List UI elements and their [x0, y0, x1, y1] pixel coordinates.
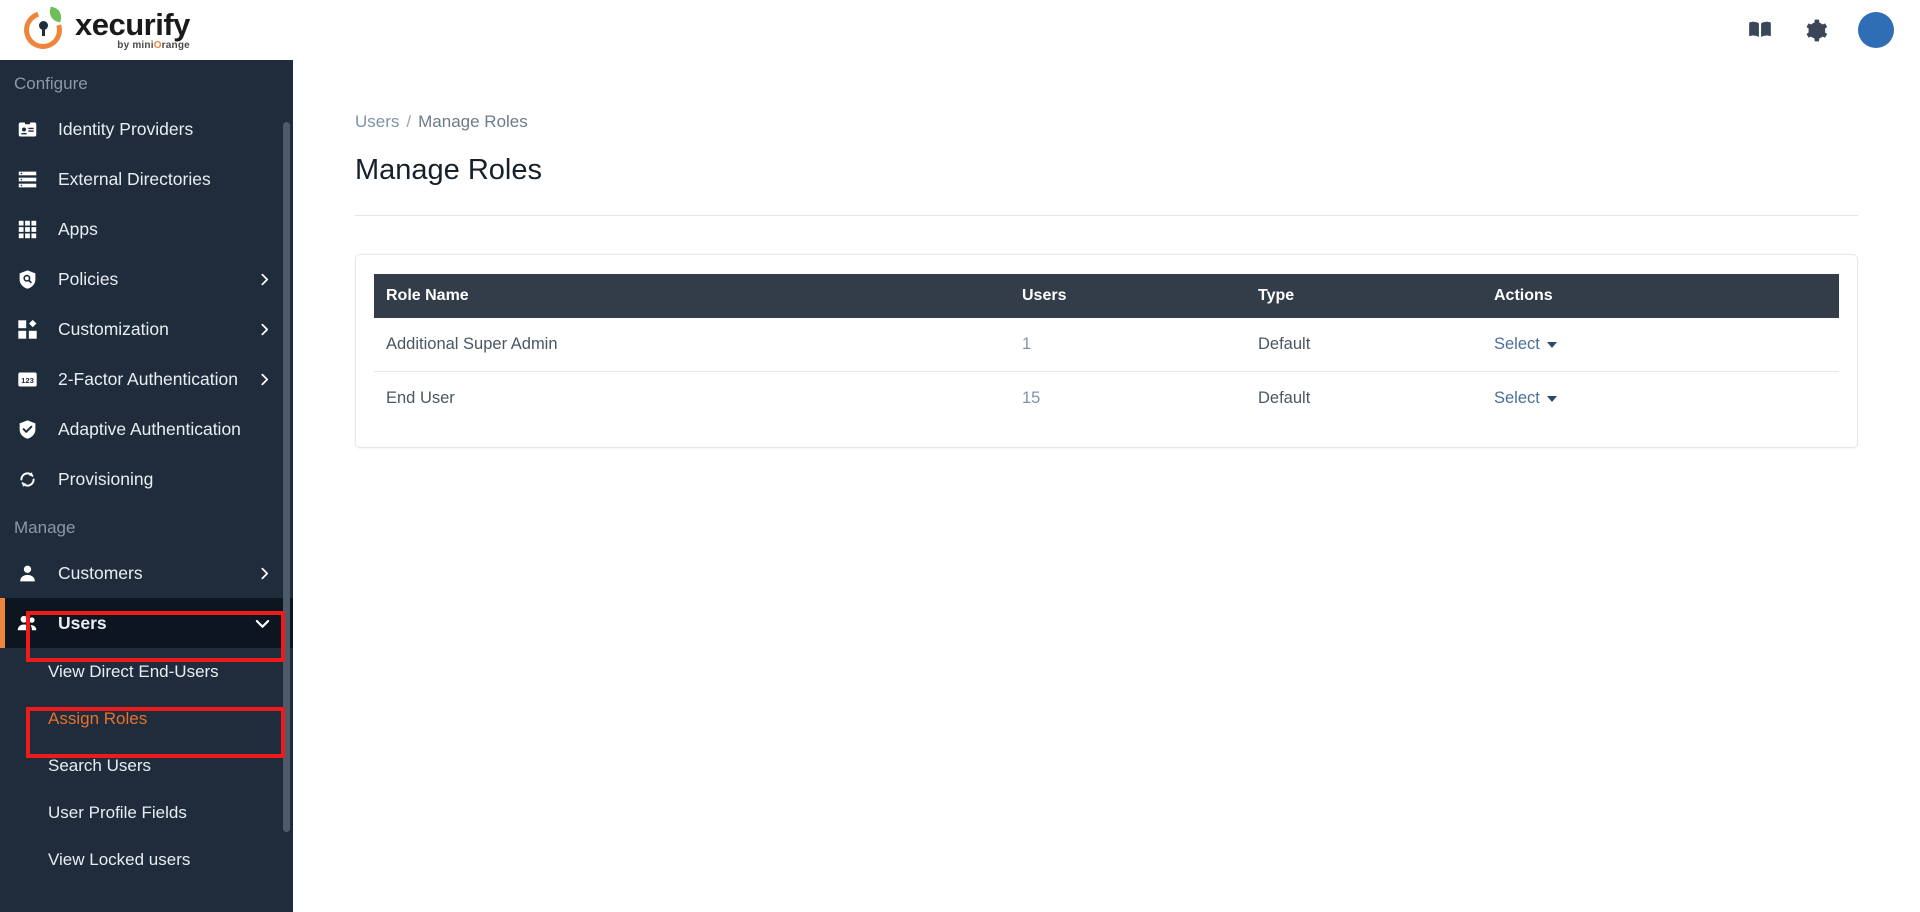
user-avatar[interactable]: [1858, 12, 1894, 48]
roles-table-body: Additional Super Admin 1 Default Select: [374, 318, 1839, 425]
sidebar-subitem-assign-roles[interactable]: Assign Roles: [0, 695, 293, 742]
sidebar-section-configure-label: Configure: [14, 74, 88, 93]
select-dropdown[interactable]: Select: [1494, 335, 1557, 354]
xecurify-lock-logo-icon: [17, 4, 69, 56]
sidebar-subitem-label: Search Users: [48, 755, 151, 775]
sidebar-item-label: External Directories: [58, 168, 211, 189]
sidebar-nav: Configure Identity Providers External Di…: [0, 60, 293, 912]
sidebar-subitem-view-direct-end-users[interactable]: View Direct End-Users: [0, 648, 293, 695]
settings-gear-icon[interactable]: [1803, 18, 1828, 43]
numeric-123-icon: 123: [14, 369, 40, 390]
column-header-users: Users: [1022, 274, 1258, 318]
directory-list-icon: [14, 169, 40, 190]
chevron-down-icon: [254, 615, 271, 632]
svg-text:123: 123: [21, 375, 34, 384]
chevron-down-icon: [1546, 395, 1557, 402]
cell-role-name: Additional Super Admin: [374, 318, 1022, 372]
shield-search-icon: [14, 269, 40, 290]
sidebar-item-apps[interactable]: Apps: [0, 204, 293, 254]
table-row: End User 15 Default Select: [374, 372, 1839, 426]
brand-tagline: by miniOrange: [117, 40, 190, 51]
people-group-icon: [14, 612, 40, 635]
column-header-role-name: Role Name: [374, 274, 1022, 318]
chevron-right-icon: [258, 567, 271, 580]
page-content: Users / Manage Roles Manage Roles Role N…: [293, 60, 1920, 448]
cell-actions: Select: [1494, 318, 1839, 372]
cell-type: Default: [1258, 318, 1494, 372]
sidebar-subitem-label: User Profile Fields: [48, 802, 187, 822]
users-count-link[interactable]: 1: [1022, 335, 1031, 353]
select-dropdown-label: Select: [1494, 389, 1540, 407]
sidebar-item-label: Policies: [58, 268, 119, 289]
table-header-row: Role Name Users Type Actions: [374, 274, 1839, 318]
sidebar-item-2-factor-authentication[interactable]: 123 2-Factor Authentication: [0, 354, 293, 404]
breadcrumb: Users / Manage Roles: [293, 60, 1920, 132]
roles-table-head: Role Name Users Type Actions: [374, 274, 1839, 318]
select-dropdown[interactable]: Select: [1494, 389, 1557, 408]
sync-arrows-icon: [14, 469, 40, 490]
page-title: Manage Roles: [355, 154, 542, 186]
sidebar-item-label: Apps: [58, 218, 98, 239]
sidebar-item-label: Customization: [58, 318, 169, 339]
users-count-link[interactable]: 15: [1022, 389, 1040, 407]
sidebar-section-manage-label: Manage: [14, 518, 76, 537]
grid-apps-icon: [14, 220, 40, 239]
sidebar-item-label: Adaptive Authentication: [58, 418, 241, 439]
roles-table: Role Name Users Type Actions Additional …: [374, 274, 1839, 425]
top-bar: [293, 0, 1920, 60]
sidebar-item-label: 2-Factor Authentication: [58, 368, 238, 389]
documentation-book-icon[interactable]: [1747, 17, 1773, 43]
select-dropdown-label: Select: [1494, 335, 1540, 353]
sidebar-item-identity-providers[interactable]: Identity Providers: [0, 104, 293, 154]
sidebar-item-external-directories[interactable]: External Directories: [0, 154, 293, 204]
cell-type: Default: [1258, 389, 1311, 407]
chevron-down-icon: [1546, 341, 1557, 348]
sidebar-subitem-label: Assign Roles: [48, 708, 148, 728]
sidebar-item-label: Customers: [58, 562, 143, 583]
sidebar-item-label: Identity Providers: [58, 118, 194, 139]
sidebar-item-adaptive-authentication[interactable]: Adaptive Authentication: [0, 404, 293, 454]
chevron-right-icon: [258, 373, 271, 386]
sidebar-subitem-view-locked-users[interactable]: View Locked users: [0, 836, 293, 883]
person-icon: [14, 563, 40, 584]
chevron-right-icon: [258, 273, 271, 286]
table-row: Additional Super Admin 1 Default Select: [374, 318, 1839, 372]
chevron-right-icon: [258, 323, 271, 336]
roles-card: Role Name Users Type Actions Additional …: [355, 254, 1858, 448]
breadcrumb-current: Manage Roles: [418, 112, 528, 131]
shield-check-icon: [14, 419, 40, 440]
sidebar-item-customers[interactable]: Customers: [0, 548, 293, 598]
main-content: Users / Manage Roles Manage Roles Role N…: [293, 0, 1920, 912]
sidebar-subitem-user-profile-fields[interactable]: User Profile Fields: [0, 789, 293, 836]
sidebar-subitem-label: View Direct End-Users: [48, 661, 219, 681]
breadcrumb-link-users[interactable]: Users: [355, 112, 399, 132]
cell-role-name: End User: [386, 389, 455, 407]
sidebar-item-customization[interactable]: Customization: [0, 304, 293, 354]
cell-actions: Select: [1494, 372, 1839, 426]
app-root: xecurify by miniOrange Configure Identit…: [0, 0, 1920, 912]
sidebar-item-users[interactable]: Users: [0, 598, 293, 648]
sidebar-subitem-search-users[interactable]: Search Users: [0, 742, 293, 789]
column-header-type: Type: [1258, 274, 1494, 318]
sidebar-item-policies[interactable]: Policies: [0, 254, 293, 304]
puzzle-icon: [14, 319, 40, 340]
sidebar-item-provisioning[interactable]: Provisioning: [0, 454, 293, 504]
breadcrumb-separator: /: [406, 112, 412, 131]
sidebar-subitem-label: View Locked users: [48, 849, 191, 869]
brand-logo[interactable]: xecurify by miniOrange: [0, 0, 293, 60]
brand-name: xecurify: [75, 7, 190, 42]
sidebar-item-label: Provisioning: [58, 468, 154, 489]
sidebar-scrollbar-thumb[interactable]: [283, 122, 290, 832]
id-badge-icon: [14, 119, 40, 140]
cell-users-count: 1: [1022, 318, 1258, 372]
column-header-actions: Actions: [1494, 274, 1839, 318]
sidebar-item-label: Users: [58, 612, 107, 633]
sidebar: xecurify by miniOrange Configure Identit…: [0, 0, 293, 912]
cell-users-count: 15: [1022, 372, 1258, 426]
title-divider: [355, 215, 1858, 216]
